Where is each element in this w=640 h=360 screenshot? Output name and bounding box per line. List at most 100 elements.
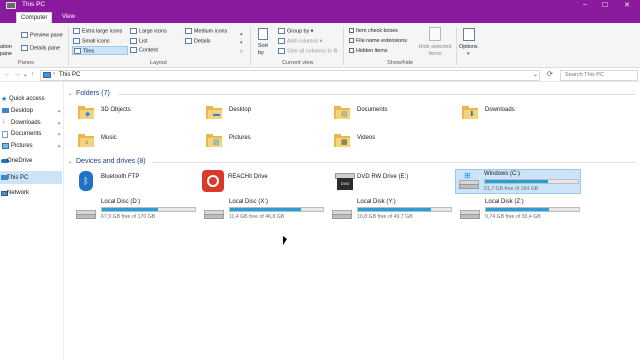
hard-drive-icon bbox=[76, 210, 96, 219]
layout-tiles[interactable]: Tiles bbox=[72, 46, 128, 55]
hide-selected-icon bbox=[429, 27, 441, 41]
recent-locations-icon[interactable]: ▾ bbox=[24, 73, 27, 79]
picture-icon bbox=[2, 143, 9, 149]
device-name[interactable]: Bluetooth FTP bbox=[101, 174, 139, 180]
file-name-extensions-toggle[interactable]: File name extensions bbox=[349, 38, 407, 44]
checkbox-icon bbox=[349, 38, 354, 44]
picture-icon: ▨ bbox=[206, 134, 222, 147]
forward-icon[interactable]: → bbox=[14, 71, 21, 78]
device-name[interactable]: REACHit Drive bbox=[228, 174, 268, 180]
music-note-icon: ♪ bbox=[78, 134, 94, 147]
pin-icon[interactable]: ✦ bbox=[57, 121, 61, 127]
hard-drive-icon bbox=[204, 210, 224, 219]
drive-usage-fill bbox=[486, 208, 550, 211]
document-icon bbox=[2, 131, 8, 138]
sidebar-item-downloads[interactable]: Downloads bbox=[11, 120, 41, 126]
layout-small-icons[interactable]: Small icons bbox=[73, 38, 110, 44]
layout-extra-large-icons[interactable]: Extra large icons bbox=[73, 28, 122, 34]
drive-usage-bar bbox=[357, 207, 452, 212]
sidebar-item-network[interactable]: Network bbox=[7, 190, 29, 196]
folder-name[interactable]: Pictures bbox=[229, 135, 251, 141]
folder-name[interactable]: Downloads bbox=[485, 107, 515, 113]
sort-by-button[interactable]: Sort by bbox=[258, 43, 268, 57]
sidebar-item-this-pc[interactable]: This PC bbox=[7, 175, 28, 181]
sidebar-item-pictures[interactable]: Pictures bbox=[11, 143, 33, 149]
device-name[interactable]: Local Disk (Y:) bbox=[357, 199, 396, 205]
drive-usage-fill bbox=[485, 180, 549, 183]
refresh-icon[interactable]: ⟳ bbox=[547, 70, 553, 78]
separator bbox=[68, 27, 69, 65]
folder-name[interactable]: Music bbox=[101, 135, 117, 141]
folder-name[interactable]: Videos bbox=[357, 135, 375, 141]
film-icon: ▦ bbox=[334, 134, 350, 147]
details-pane-button[interactable]: Details pane bbox=[21, 45, 60, 51]
sort-by-icon bbox=[258, 28, 268, 40]
hidden-items-toggle[interactable]: Hidden items bbox=[349, 48, 387, 54]
search-placeholder: Search This PC bbox=[565, 72, 605, 78]
device-name[interactable]: Local Disk (Z:) bbox=[485, 199, 524, 205]
minimize-icon[interactable]: – bbox=[578, 1, 592, 8]
ribbon-tabs bbox=[0, 12, 640, 23]
current-view-group-label: Current view bbox=[282, 60, 314, 66]
separator bbox=[456, 27, 457, 65]
device-name[interactable]: Local Disc (X:) bbox=[229, 199, 268, 205]
address-bar[interactable] bbox=[40, 70, 540, 81]
maximize-icon[interactable]: ☐ bbox=[598, 1, 612, 9]
folder-name[interactable]: Documents bbox=[357, 107, 387, 113]
address-path: This PC bbox=[59, 72, 81, 78]
navigation-pane-button[interactable]: ation pane bbox=[0, 44, 20, 58]
section-divider bbox=[118, 94, 636, 95]
item-check-boxes-toggle[interactable]: Item check boxes bbox=[349, 28, 398, 34]
panes-group-label: Panes bbox=[18, 60, 34, 66]
collapse-icon[interactable]: ⌄ bbox=[68, 159, 72, 165]
layout-scroll-icon[interactable]: ▴ ▾ ▿ bbox=[240, 30, 243, 57]
add-columns-button[interactable]: Add columns ▾ bbox=[278, 38, 322, 44]
section-divider bbox=[152, 162, 636, 163]
this-pc-icon bbox=[43, 72, 51, 78]
pin-icon[interactable]: ✦ bbox=[57, 144, 61, 150]
layout-medium-icons[interactable]: Medium icons bbox=[185, 28, 227, 34]
device-name[interactable]: Windows (C:) bbox=[484, 171, 520, 177]
options-dropdown-icon[interactable]: ▾ bbox=[467, 51, 470, 57]
hide-selected-button[interactable]: Hide selected items bbox=[417, 44, 453, 58]
separator bbox=[250, 27, 251, 65]
app-icon bbox=[6, 2, 16, 9]
options-button[interactable]: Options bbox=[459, 44, 478, 50]
drive-usage-bar bbox=[485, 207, 580, 212]
preview-pane-button[interactable]: Preview pane bbox=[21, 32, 63, 38]
layout-content[interactable]: Content bbox=[130, 47, 158, 53]
address-dropdown-icon[interactable]: ⌄ bbox=[533, 71, 538, 78]
device-name[interactable]: Local Disc (D:) bbox=[101, 199, 140, 205]
extra-large-icons-icon bbox=[73, 28, 80, 34]
folder-name[interactable]: Desktop bbox=[229, 107, 251, 113]
up-icon[interactable]: ↑ bbox=[31, 71, 35, 78]
hard-drive-icon bbox=[460, 210, 480, 219]
sidebar-item-desktop[interactable]: Desktop bbox=[11, 108, 33, 114]
folder-name[interactable]: 3D Objects bbox=[101, 107, 131, 113]
device-name[interactable]: DVD RW Drive (E:) bbox=[357, 174, 408, 180]
details-icon bbox=[185, 38, 192, 44]
small-icons-icon bbox=[73, 38, 80, 44]
size-columns-button[interactable]: Size all columns to fit bbox=[278, 48, 338, 54]
layout-large-icons[interactable]: Large icons bbox=[130, 28, 167, 34]
tab-view[interactable]: View bbox=[58, 12, 79, 23]
document-icon: ▤ bbox=[334, 106, 350, 119]
sidebar-item-onedrive[interactable]: OneDrive bbox=[7, 158, 32, 164]
pin-icon[interactable]: ✦ bbox=[57, 109, 61, 115]
drive-usage-bar bbox=[484, 179, 579, 184]
close-icon[interactable]: ✕ bbox=[620, 1, 634, 9]
layout-list[interactable]: List bbox=[130, 38, 147, 44]
layout-details[interactable]: Details bbox=[185, 38, 210, 44]
sidebar-item-documents[interactable]: Documents bbox=[11, 131, 41, 137]
layout-group-label: Layout bbox=[150, 60, 167, 66]
sidebar-item-quick-access[interactable]: Quick access bbox=[9, 96, 45, 102]
title-bar bbox=[0, 0, 640, 12]
size-columns-icon bbox=[278, 48, 285, 54]
back-icon[interactable]: ← bbox=[4, 71, 11, 78]
reachit-logo-icon bbox=[207, 175, 219, 187]
tab-computer[interactable]: Computer bbox=[16, 12, 53, 23]
collapse-icon[interactable]: ⌄ bbox=[68, 91, 72, 97]
pin-icon[interactable]: ✦ bbox=[57, 132, 61, 138]
group-by-button[interactable]: Group by ▾ bbox=[278, 28, 313, 34]
content-icon bbox=[130, 47, 137, 53]
